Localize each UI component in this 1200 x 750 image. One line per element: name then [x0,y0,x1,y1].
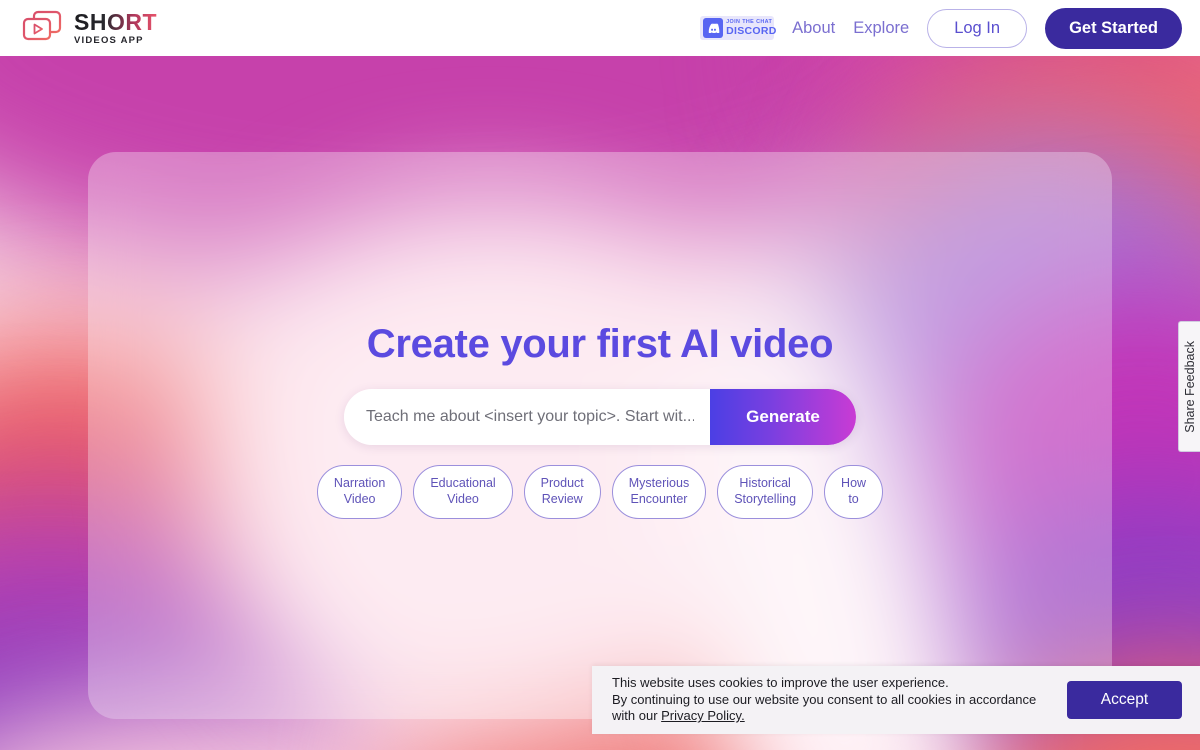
brand-text: SHORT VIDEOS APP [74,8,157,46]
cookie-line-3: with our Privacy Policy. [612,708,1053,725]
privacy-policy-link[interactable]: Privacy Policy. [661,708,745,723]
discord-join-badge[interactable]: JOIN THE CHAT DISCORD [700,16,777,40]
site-header: SHORT VIDEOS APP JOIN THE CHAT DISCORD A… [0,0,1200,56]
chip-historical-storytelling[interactable]: Historical Storytelling [717,465,814,519]
cookie-consent-text: This website uses cookies to improve the… [612,675,1053,725]
chip-line-1: Mysterious [628,476,690,491]
chip-line-2: Storytelling [734,492,797,506]
brand-logo[interactable]: SHORT VIDEOS APP [20,9,157,47]
prompt-input[interactable] [344,389,710,446]
chip-line-1: Narration [333,476,386,491]
brand-subtitle: VIDEOS APP [74,34,144,46]
get-started-button[interactable]: Get Started [1045,7,1182,49]
chip-line-2: Review [541,492,583,506]
chip-line-2: Encounter [630,492,688,506]
chip-line-1: How [841,476,867,491]
discord-badge-text: JOIN THE CHAT DISCORD [726,19,777,37]
discord-icon [703,18,724,38]
cookie-consent-banner: This website uses cookies to improve the… [592,666,1200,734]
chip-product-review[interactable]: Product Review [523,465,601,519]
app-page: SHORT VIDEOS APP JOIN THE CHAT DISCORD A… [0,0,1200,750]
chip-how-to[interactable]: How to [824,465,884,519]
chip-line-1: Product [540,476,584,491]
hero-section: Create your first AI video Generate Narr… [0,152,1200,719]
video-play-frames-icon [20,9,64,47]
share-feedback-label: Share Feedback [1182,340,1197,433]
chip-line-2: Video [447,492,479,506]
nav-link-explore[interactable]: Explore [853,19,909,38]
prompt-search-row: Generate [344,389,856,446]
chip-narration-video[interactable]: Narration Video [316,465,403,519]
chip-line-1: Historical [739,476,791,491]
nav-link-about[interactable]: About [792,19,835,38]
accept-cookies-button[interactable]: Accept [1067,681,1182,719]
chip-educational-video[interactable]: Educational Video [413,465,513,519]
log-in-button[interactable]: Log In [927,8,1028,48]
share-feedback-tab[interactable]: Share Feedback [1178,321,1200,452]
chip-line-2: Video [343,492,376,506]
cookie-line-2: By continuing to use our website you con… [612,691,1037,707]
generate-button[interactable]: Generate [710,389,856,446]
chip-line-1: Educational [430,476,496,491]
main-navigation: JOIN THE CHAT DISCORD About Explore Log … [700,7,1182,49]
chip-mysterious-encounter[interactable]: Mysterious Encounter [611,465,707,519]
discord-badge-bottom-label: DISCORD [726,24,777,37]
prompt-suggestion-chips: Narration Video Educational Video Produc… [316,465,884,519]
chip-line-2: to [848,492,859,506]
page-title: Create your first AI video [366,322,834,367]
cookie-line-3-prefix: with our [612,708,662,724]
cookie-line-1: This website uses cookies to improve the… [612,675,949,691]
brand-title: SHORT [74,8,157,35]
